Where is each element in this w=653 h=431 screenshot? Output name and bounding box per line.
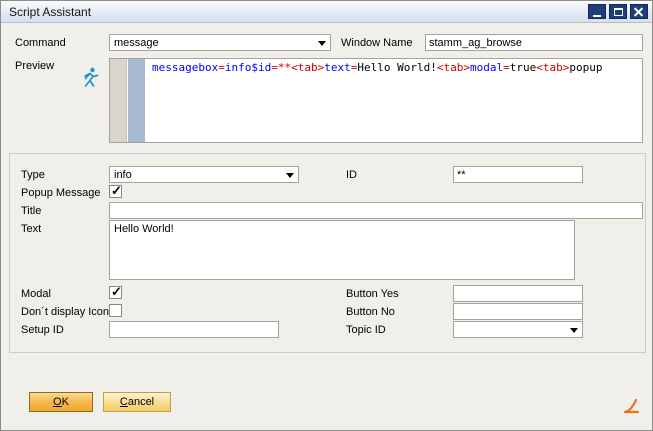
titlebar[interactable]: Script Assistant <box>1 1 652 23</box>
window-controls <box>588 4 648 19</box>
command-dropdown[interactable]: message <box>109 34 331 51</box>
dont-display-icon-label: Don´t display Icon <box>21 306 109 318</box>
button-no-label: Button No <box>346 306 395 318</box>
chevron-down-icon <box>318 41 326 46</box>
window-title: Script Assistant <box>9 5 91 19</box>
title-label: Title <box>21 205 41 217</box>
type-dropdown[interactable]: info <box>109 166 299 183</box>
command-dropdown-value: message <box>114 37 159 49</box>
popup-message-checkbox[interactable] <box>109 185 122 198</box>
preview-label: Preview <box>15 60 54 72</box>
id-input[interactable] <box>453 166 583 183</box>
window-name-input[interactable] <box>425 34 643 51</box>
close-icon <box>634 7 644 17</box>
button-no-input[interactable] <box>453 303 583 320</box>
topic-id-dropdown[interactable] <box>453 321 583 338</box>
modal-checkbox[interactable] <box>109 286 122 299</box>
title-input[interactable] <box>109 202 643 219</box>
type-label: Type <box>21 169 45 181</box>
running-man-icon <box>81 67 99 92</box>
button-yes-input[interactable] <box>453 285 583 302</box>
script-assistant-window: Script Assistant Command message Window … <box>0 0 653 431</box>
setup-id-input[interactable] <box>109 321 279 338</box>
button-yes-label: Button Yes <box>346 288 399 300</box>
window-name-label: Window Name <box>341 37 413 49</box>
chevron-down-icon <box>286 173 294 178</box>
id-label: ID <box>346 169 357 181</box>
preview-gutter <box>110 59 127 142</box>
type-dropdown-value: info <box>114 169 132 181</box>
topic-id-label: Topic ID <box>346 324 386 336</box>
dont-display-icon-checkbox[interactable] <box>109 304 122 317</box>
setup-id-label: Setup ID <box>21 324 64 336</box>
minimize-button[interactable] <box>588 4 606 19</box>
close-button[interactable] <box>630 4 648 19</box>
preview-selection-margin <box>128 59 145 142</box>
text-textarea[interactable]: Hello World! <box>109 220 575 280</box>
command-label: Command <box>15 37 66 49</box>
cancel-button[interactable]: Cancel <box>103 392 171 412</box>
minimize-icon <box>593 15 601 17</box>
modal-label: Modal <box>21 288 51 300</box>
maximize-icon <box>614 8 623 16</box>
ok-button[interactable]: OK <box>29 392 93 412</box>
cancel-button-label: Cancel <box>104 393 170 411</box>
preview-code-area[interactable]: messagebox=info$id=**<tab>text=Hello Wor… <box>109 58 643 143</box>
ok-button-label: OK <box>30 393 92 411</box>
preview-code-line: messagebox=info$id=**<tab>text=Hello Wor… <box>152 61 640 74</box>
text-label: Text <box>21 223 41 235</box>
modified-indicator-icon <box>623 397 641 418</box>
maximize-button[interactable] <box>609 4 627 19</box>
chevron-down-icon <box>570 328 578 333</box>
popup-message-label: Popup Message <box>21 187 101 199</box>
